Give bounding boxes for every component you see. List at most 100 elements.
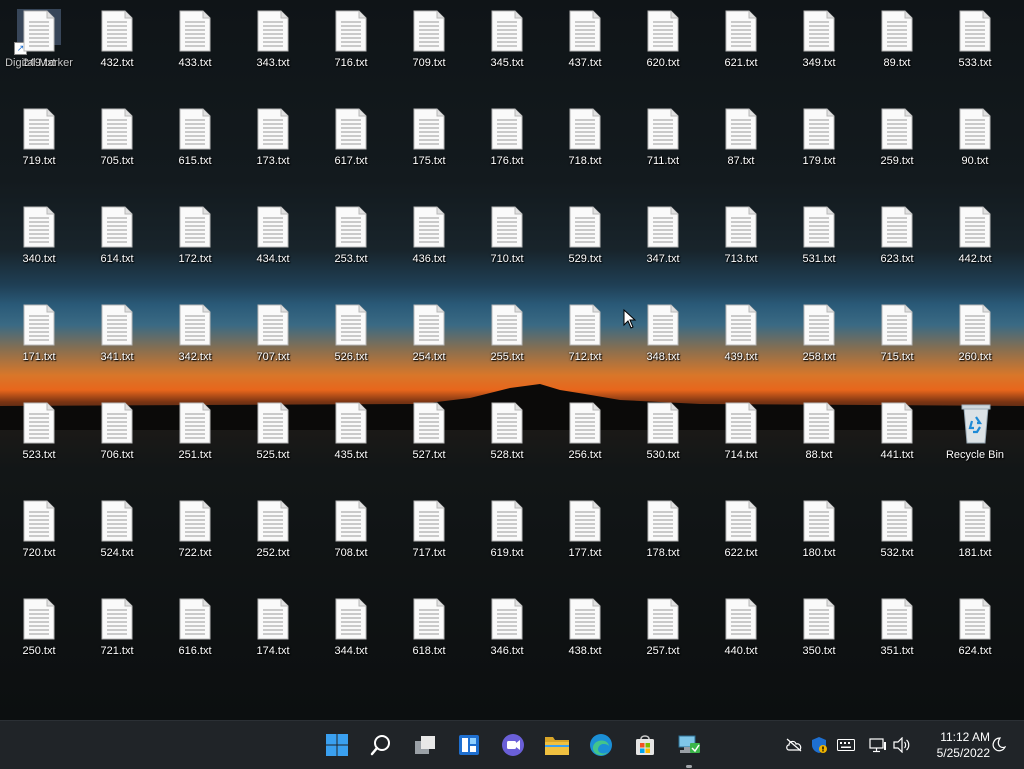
- desktop-file-icon[interactable]: 255.txt: [468, 294, 546, 390]
- desktop-file-icon[interactable]: 174.txt: [234, 588, 312, 684]
- desktop-file-icon[interactable]: 442.txt: [936, 196, 1014, 292]
- desktop-file-icon[interactable]: 344.txt: [312, 588, 390, 684]
- start-icon[interactable]: [321, 729, 353, 761]
- keyboard-icon[interactable]: [836, 735, 856, 755]
- desktop-file-icon[interactable]: 172.txt: [156, 196, 234, 292]
- desktop-file-icon[interactable]: 351.txt: [858, 588, 936, 684]
- desktop-file-icon[interactable]: 715.txt: [858, 294, 936, 390]
- desktop-file-icon[interactable]: 259.txt: [858, 98, 936, 194]
- file-explorer-icon[interactable]: [541, 729, 573, 761]
- desktop-file-icon[interactable]: 719.txt: [0, 98, 78, 194]
- desktop-file-icon[interactable]: 257.txt: [624, 588, 702, 684]
- desktop-file-icon[interactable]: 622.txt: [702, 490, 780, 586]
- desktop-file-icon[interactable]: 179.txt: [780, 98, 858, 194]
- desktop-file-icon[interactable]: 88.txt: [780, 392, 858, 488]
- desktop-file-icon[interactable]: 531.txt: [780, 196, 858, 292]
- focus-moon-icon[interactable]: [988, 735, 1008, 755]
- desktop-file-icon[interactable]: 618.txt: [390, 588, 468, 684]
- desktop-file-icon[interactable]: 433.txt: [156, 0, 234, 96]
- desktop-file-icon[interactable]: 716.txt: [312, 0, 390, 96]
- desktop-file-icon[interactable]: 526.txt: [312, 294, 390, 390]
- desktop-file-icon[interactable]: 623.txt: [858, 196, 936, 292]
- desktop-file-icon[interactable]: 434.txt: [234, 196, 312, 292]
- desktop-file-icon[interactable]: 180.txt: [780, 490, 858, 586]
- desktop-file-icon[interactable]: 173.txt: [234, 98, 312, 194]
- desktop-file-icon[interactable]: 441.txt: [858, 392, 936, 488]
- cloud-offline-icon[interactable]: [784, 735, 804, 755]
- desktop-file-icon[interactable]: 721.txt: [78, 588, 156, 684]
- desktop-file-icon[interactable]: 720.txt: [0, 490, 78, 586]
- desktop-file-icon[interactable]: 251.txt: [156, 392, 234, 488]
- desktop-file-icon[interactable]: ↗ 249.txt Digital Marker: [0, 0, 78, 96]
- desktop-file-icon[interactable]: 342.txt: [156, 294, 234, 390]
- desktop-file-icon[interactable]: 523.txt: [0, 392, 78, 488]
- chat-icon[interactable]: [497, 729, 529, 761]
- desktop-file-icon[interactable]: 347.txt: [624, 196, 702, 292]
- desktop-file-icon[interactable]: 706.txt: [78, 392, 156, 488]
- desktop-file-icon[interactable]: 529.txt: [546, 196, 624, 292]
- desktop-file-icon[interactable]: 709.txt: [390, 0, 468, 96]
- desktop-file-icon[interactable]: 710.txt: [468, 196, 546, 292]
- desktop-file-icon[interactable]: 437.txt: [546, 0, 624, 96]
- widgets-icon[interactable]: [453, 729, 485, 761]
- desktop-file-icon[interactable]: 254.txt: [390, 294, 468, 390]
- desktop-file-icon[interactable]: 350.txt: [780, 588, 858, 684]
- desktop-file-icon[interactable]: 438.txt: [546, 588, 624, 684]
- desktop-file-icon[interactable]: 615.txt: [156, 98, 234, 194]
- desktop-file-icon[interactable]: 178.txt: [624, 490, 702, 586]
- desktop-file-icon[interactable]: 711.txt: [624, 98, 702, 194]
- desktop-file-icon[interactable]: 614.txt: [78, 196, 156, 292]
- desktop-file-icon[interactable]: 533.txt: [936, 0, 1014, 96]
- volume-icon[interactable]: [892, 735, 912, 755]
- edge-icon[interactable]: [585, 729, 617, 761]
- desktop-file-icon[interactable]: 87.txt: [702, 98, 780, 194]
- desktop-file-icon[interactable]: 524.txt: [78, 490, 156, 586]
- desktop-file-icon[interactable]: 705.txt: [78, 98, 156, 194]
- desktop-file-icon[interactable]: 440.txt: [702, 588, 780, 684]
- desktop-file-icon[interactable]: 256.txt: [546, 392, 624, 488]
- desktop-file-icon[interactable]: 340.txt: [0, 196, 78, 292]
- desktop-file-icon[interactable]: 250.txt: [0, 588, 78, 684]
- desktop-file-icon[interactable]: 528.txt: [468, 392, 546, 488]
- desktop-file-icon[interactable]: 530.txt: [624, 392, 702, 488]
- desktop-file-icon[interactable]: 345.txt: [468, 0, 546, 96]
- desktop-file-icon[interactable]: 343.txt: [234, 0, 312, 96]
- desktop-file-icon[interactable]: 89.txt: [858, 0, 936, 96]
- system-clock[interactable]: 11:12 AM 5/25/2022: [916, 729, 990, 761]
- recycle-bin[interactable]: Recycle Bin: [936, 392, 1014, 488]
- desktop-file-icon[interactable]: 432.txt: [78, 0, 156, 96]
- network-icon[interactable]: [868, 735, 888, 755]
- search-icon[interactable]: [365, 729, 397, 761]
- desktop-file-icon[interactable]: 707.txt: [234, 294, 312, 390]
- desktop-file-icon[interactable]: 439.txt: [702, 294, 780, 390]
- desktop-file-icon[interactable]: 621.txt: [702, 0, 780, 96]
- security-shield-icon[interactable]: [809, 735, 829, 755]
- desktop-file-icon[interactable]: 171.txt: [0, 294, 78, 390]
- desktop-file-icon[interactable]: 341.txt: [78, 294, 156, 390]
- desktop-file-icon[interactable]: 260.txt: [936, 294, 1014, 390]
- store-icon[interactable]: [629, 729, 661, 761]
- desktop-file-icon[interactable]: 258.txt: [780, 294, 858, 390]
- desktop-file-icon[interactable]: 616.txt: [156, 588, 234, 684]
- desktop-file-icon[interactable]: 525.txt: [234, 392, 312, 488]
- desktop-file-icon[interactable]: 177.txt: [546, 490, 624, 586]
- desktop-file-icon[interactable]: 349.txt: [780, 0, 858, 96]
- desktop-file-icon[interactable]: 617.txt: [312, 98, 390, 194]
- desktop-file-icon[interactable]: 717.txt: [390, 490, 468, 586]
- desktop-file-icon[interactable]: 713.txt: [702, 196, 780, 292]
- desktop-file-icon[interactable]: 90.txt: [936, 98, 1014, 194]
- desktop-file-icon[interactable]: 714.txt: [702, 392, 780, 488]
- network-app-icon[interactable]: [673, 729, 705, 761]
- desktop-file-icon[interactable]: 176.txt: [468, 98, 546, 194]
- task-view-icon[interactable]: [409, 729, 441, 761]
- desktop-file-icon[interactable]: 346.txt: [468, 588, 546, 684]
- desktop-file-icon[interactable]: 708.txt: [312, 490, 390, 586]
- desktop-file-icon[interactable]: 253.txt: [312, 196, 390, 292]
- desktop-file-icon[interactable]: 175.txt: [390, 98, 468, 194]
- desktop-file-icon[interactable]: 527.txt: [390, 392, 468, 488]
- desktop-file-icon[interactable]: 252.txt: [234, 490, 312, 586]
- desktop-file-icon[interactable]: 436.txt: [390, 196, 468, 292]
- desktop-file-icon[interactable]: 619.txt: [468, 490, 546, 586]
- desktop-file-icon[interactable]: 722.txt: [156, 490, 234, 586]
- desktop-file-icon[interactable]: 620.txt: [624, 0, 702, 96]
